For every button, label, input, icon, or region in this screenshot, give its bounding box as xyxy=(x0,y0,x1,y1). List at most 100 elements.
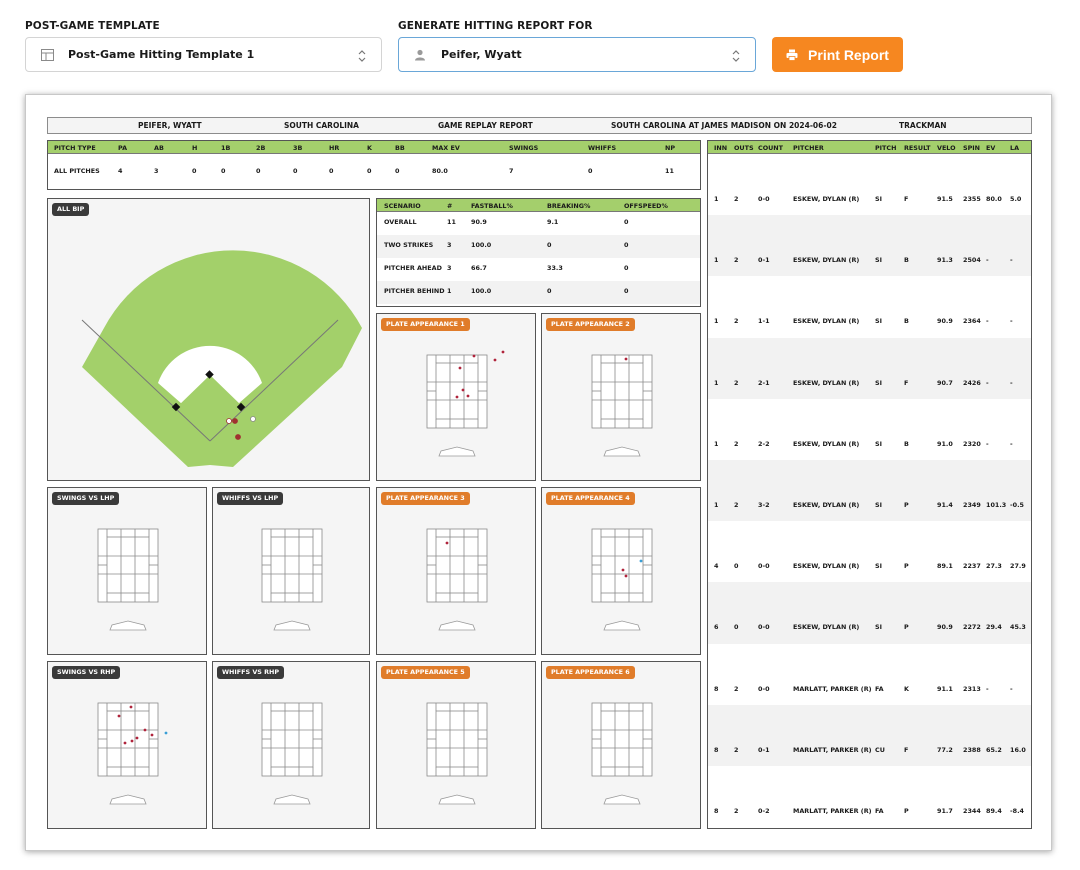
pitch-log-cell: -0.5 xyxy=(1010,500,1024,509)
scenario-header-cell: BREAKING% xyxy=(547,202,591,210)
pitch-log-row: 8 2 0-2 MARLATT, PARKER (R) FA P 91.7 2344 89.4-… xyxy=(708,766,1031,827)
strike-zone xyxy=(591,354,653,457)
pitch-log-cell: 0-1 xyxy=(758,256,770,265)
pitch-dot xyxy=(445,541,449,545)
pitch-log-cell: ESKEW, DYLAN (R) xyxy=(793,317,860,326)
pitch-log-cell: MARLATT, PARKER (R) xyxy=(793,806,872,815)
pitch-log-rows: 1 2 0-0 ESKEW, DYLAN (R) SI F 91.5 2355 80.0 5.0 1… xyxy=(708,154,1031,827)
pitch-log-cell: - xyxy=(986,378,989,387)
plate-appearance-3-badge: PLATE APPEARANCE 3 xyxy=(381,492,470,505)
strike-zone xyxy=(97,528,159,631)
pitch-log-cell: 0 xyxy=(734,623,739,632)
strike-zone xyxy=(426,702,488,805)
scenario-header-row: SCENARIO # FASTBALL% BREAKING% OFFSPEED% xyxy=(377,199,700,212)
home-plate xyxy=(438,620,476,631)
stats-data-cell: 0 xyxy=(256,167,261,175)
scenario-cell: 1 xyxy=(447,287,452,295)
pitch-log-cell: 2 xyxy=(734,806,739,815)
home-plate xyxy=(438,446,476,457)
spray-chart xyxy=(81,250,362,467)
pitch-log-cell: 3-2 xyxy=(758,500,770,509)
whiffs-vs-rhp-panel: WHIFFS VS RHP xyxy=(212,661,370,829)
pitch-log-cell: 0-2 xyxy=(758,806,770,815)
print-report-button[interactable]: Print Report xyxy=(772,37,903,72)
pitch-dot xyxy=(135,736,139,740)
stats-header-cell: SWINGS xyxy=(509,144,539,152)
strike-zone xyxy=(97,702,159,805)
pitch-log-cell: 91.4 xyxy=(937,500,953,509)
pitch-dot xyxy=(472,354,476,358)
pitch-log-cell: F xyxy=(904,195,909,203)
scenario-cell: 100.0 xyxy=(471,287,492,295)
whiffs-vs-lhp-panel: WHIFFS VS LHP xyxy=(212,487,370,655)
strike-zone-chart xyxy=(591,702,653,805)
pitch-log-cell: - xyxy=(1010,256,1013,265)
scenario-header-cell: FASTBALL% xyxy=(471,202,513,210)
home-plate xyxy=(603,446,641,457)
pitch-log-cell: 2 xyxy=(734,378,739,387)
stats-data-cell: 4 xyxy=(118,167,123,175)
pitch-log-cell: 5.0 xyxy=(1010,195,1022,203)
pitch-log-cell: P xyxy=(904,562,909,571)
stats-header-cell: 3B xyxy=(293,144,303,152)
scenario-cell: 3 xyxy=(447,241,452,249)
pitch-log-header-cell: COUNT xyxy=(758,144,784,152)
plate-appearance-2-panel: PLATE APPEARANCE 2 xyxy=(541,313,701,481)
pitch-log-cell: 89.1 xyxy=(937,562,953,571)
pitch-log-cell: P xyxy=(904,806,909,815)
stats-header-cell: BB xyxy=(395,144,405,152)
pitch-log-cell: MARLATT, PARKER (R) xyxy=(793,745,872,754)
pitch-log-row: 1 2 0-1 ESKEW, DYLAN (R) SI B 91.3 2504- - xyxy=(708,215,1031,277)
stats-data-cell: 11 xyxy=(665,167,674,175)
scenario-row: OVERALL 11 90.9 9.1 0 xyxy=(377,212,700,235)
pitch-log-cell: 2 xyxy=(734,500,739,509)
pitch-log-cell: 2 xyxy=(734,439,739,448)
pitch-log-cell: 91.7 xyxy=(937,806,953,815)
game-replay-report: PEIFER, WYATT SOUTH CAROLINA GAME REPLAY… xyxy=(25,94,1052,851)
pitch-log-cell: SI xyxy=(875,439,882,448)
player-select[interactable]: Peifer, Wyatt xyxy=(398,37,756,72)
pitch-log-header-row: INN OUTS COUNT PITCHER PITCH RESULT VELO SPIN EV… xyxy=(708,141,1031,154)
pitch-log-cell: 0 xyxy=(734,562,739,571)
strike-zone xyxy=(426,354,488,457)
template-select[interactable]: Post-Game Hitting Template 1 xyxy=(25,37,382,72)
stats-header-row: PITCH TYPE PA AB H 1B 2B 3B HR K BB MAX EV SWINGS WH… xyxy=(48,141,700,154)
pitch-log-cell: CU xyxy=(875,745,885,754)
scenario-header-cell: # xyxy=(447,202,453,210)
pitch-log-cell: - xyxy=(1010,378,1013,387)
pitch-log-cell: 2272 xyxy=(963,623,981,632)
scenario-cell: OVERALL xyxy=(384,218,417,226)
pitch-log-row: 1 2 1-1 ESKEW, DYLAN (R) SI B 90.9 2364- - xyxy=(708,276,1031,337)
pitch-dot xyxy=(117,714,121,718)
pitch-dot xyxy=(455,395,459,399)
stats-data-cell: 0 xyxy=(192,167,197,175)
stats-data-cell: 0 xyxy=(367,167,372,175)
pitch-log-cell: 0-0 xyxy=(758,684,770,693)
pitch-log-cell: 8 xyxy=(714,684,719,693)
scenario-cell: 0 xyxy=(624,264,629,272)
stats-header-cell: MAX EV xyxy=(432,144,460,152)
pitch-dot xyxy=(123,741,127,745)
pitch-log-cell: 2349 xyxy=(963,500,981,509)
pitch-log-header-cell: INN xyxy=(714,144,728,152)
home-plate xyxy=(603,794,641,805)
header-report-name: GAME REPLAY REPORT xyxy=(438,121,533,130)
stats-data-cell: 0 xyxy=(395,167,400,175)
batted-ball-dot xyxy=(232,418,238,424)
pitch-log-cell: 0-1 xyxy=(758,745,770,754)
stats-data-cell: 0 xyxy=(293,167,298,175)
pitch-log-header-cell: VELO xyxy=(937,144,956,152)
all-bip-panel: ALL BIP xyxy=(47,198,370,481)
pitch-log-row: 6 0 0-0 ESKEW, DYLAN (R) SI P 90.9 2272 29.4 45.3 xyxy=(708,582,1031,644)
chevron-updown-icon xyxy=(357,49,367,63)
pitch-log-cell: ESKEW, DYLAN (R) xyxy=(793,500,860,509)
pitch-log-cell: FA xyxy=(875,684,884,693)
strike-zone-chart xyxy=(426,528,488,631)
pitch-log-cell: 89.4 xyxy=(986,806,1002,815)
plate-appearance-3-panel: PLATE APPEARANCE 3 xyxy=(376,487,536,655)
pitch-log-row: 1 2 0-0 ESKEW, DYLAN (R) SI F 91.5 2355 80.0 5.0 xyxy=(708,154,1031,215)
batted-ball-dot xyxy=(250,416,256,422)
scenario-cell: 100.0 xyxy=(471,241,492,249)
pitch-log-row: 8 2 0-0 MARLATT, PARKER (R) FA K 91.1 2313- - xyxy=(708,644,1031,705)
scenario-cell: 11 xyxy=(447,218,456,226)
